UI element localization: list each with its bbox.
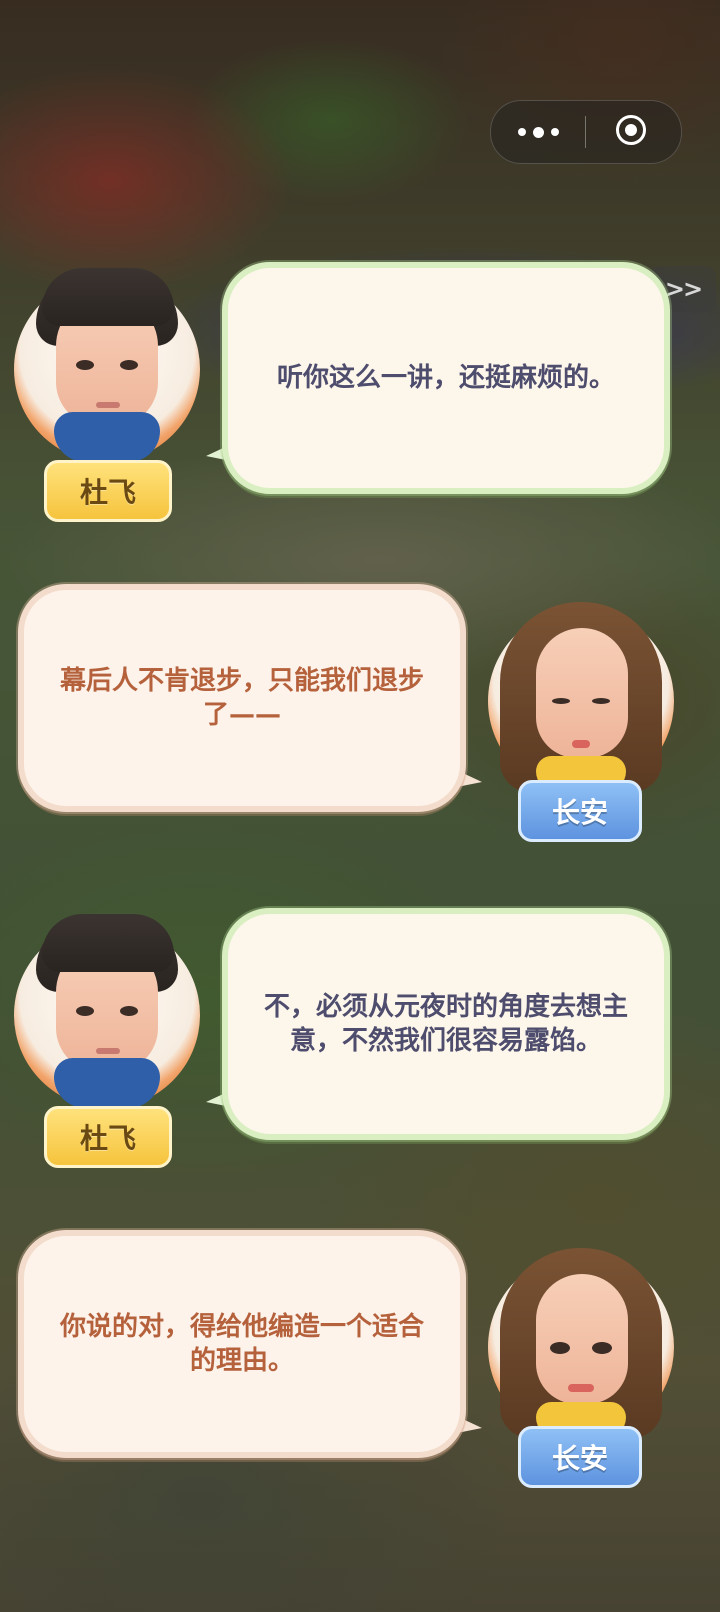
dialogue-text: 听你这么一讲，还挺麻烦的。 — [222, 262, 670, 494]
speaker-avatar-dufei — [14, 268, 200, 462]
speaker-name-tag: 杜飞 — [44, 460, 172, 522]
speaker-avatar-changan — [488, 1248, 674, 1440]
speaker-name-tag: 长安 — [518, 780, 642, 842]
speaker-avatar-dufei — [14, 914, 200, 1108]
dialogue-bubble: 听你这么一讲，还挺麻烦的。 — [206, 262, 670, 494]
dialogue-bubble: 你说的对，得给他编造一个适合的理由。 — [18, 1230, 482, 1458]
speaker-name-tag: 长安 — [518, 1426, 642, 1488]
dialogue-bubble: 不，必须从元夜时的角度去想主意，不然我们很容易露馅。 — [206, 908, 670, 1140]
speaker-name-tag: 杜飞 — [44, 1106, 172, 1168]
more-dots-icon[interactable] — [491, 101, 585, 163]
dialogue-text: 幕后人不肯退步，只能我们退步了—— — [18, 584, 466, 812]
dialogue-text: 不，必须从元夜时的角度去想主意，不然我们很容易露馅。 — [222, 908, 670, 1140]
miniprogram-capsule — [490, 100, 682, 164]
dialogue-bubble: 幕后人不肯退步，只能我们退步了—— — [18, 584, 482, 812]
target-circle-icon[interactable] — [616, 115, 646, 145]
dialogue-text: 你说的对，得给他编造一个适合的理由。 — [18, 1230, 466, 1458]
capsule-divider — [585, 116, 586, 148]
speaker-avatar-changan — [488, 602, 674, 794]
